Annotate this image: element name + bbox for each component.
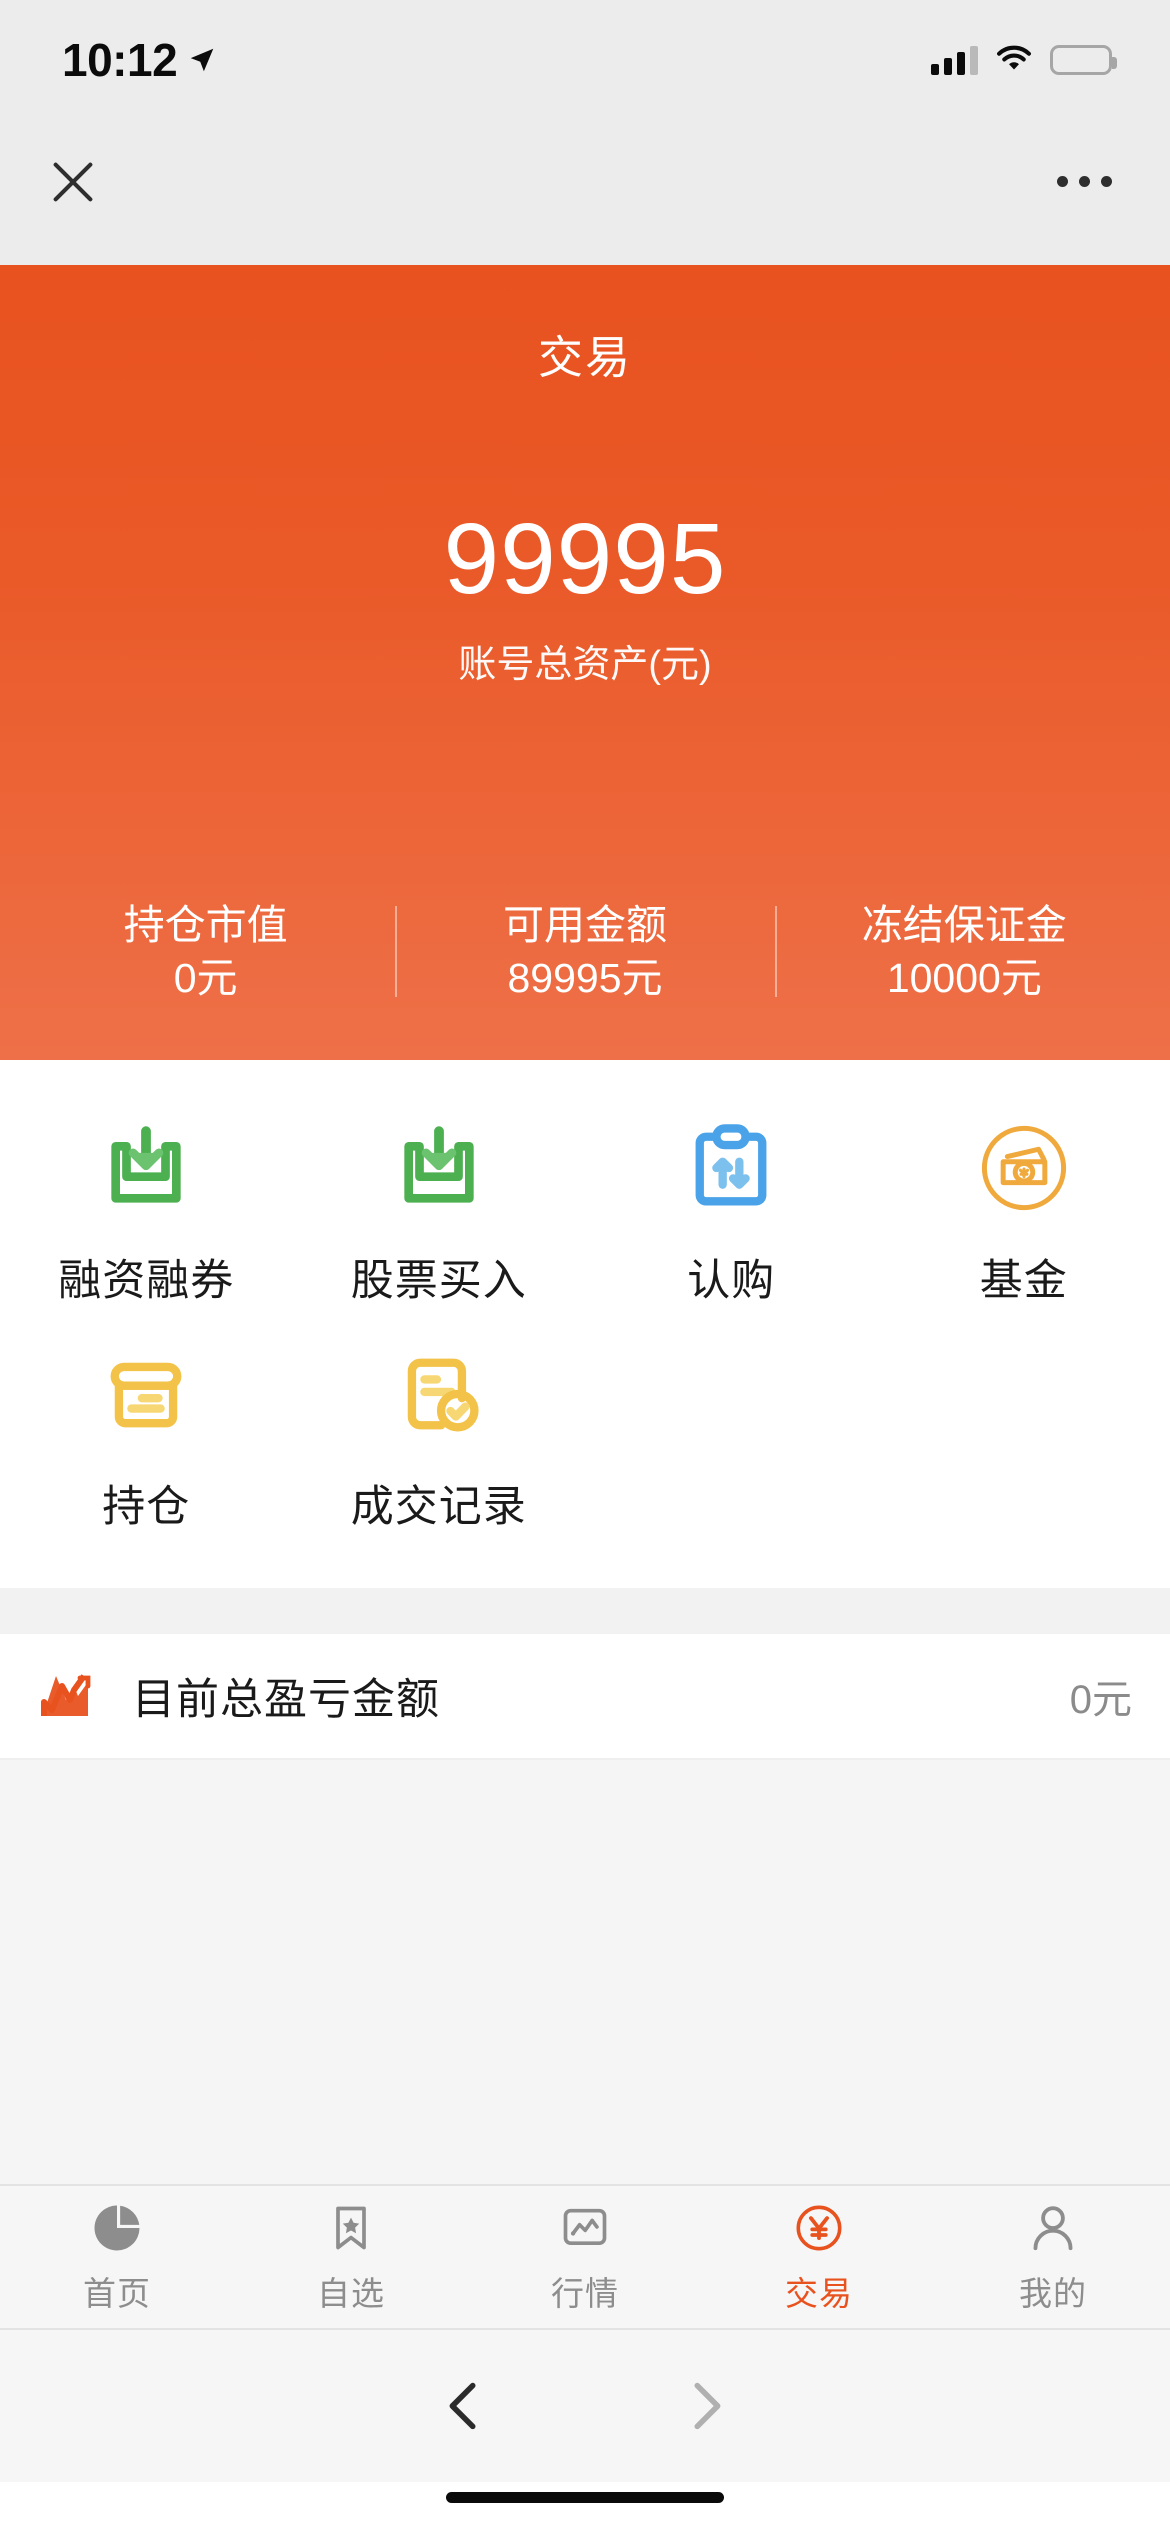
home-indicator-area [0,2482,1170,2532]
menu-item-label: 认购 [687,1257,776,1305]
tab-watchlist[interactable]: 自选 [234,2200,468,2315]
chevron-right-icon[interactable] [660,2360,752,2452]
webview-top-bar [0,98,1170,265]
tab-profile[interactable]: 我的 [936,2200,1170,2315]
stat-value: 10000元 [886,954,1042,1001]
quick-actions-row-2: 持仓 成交记录 [0,1322,1170,1548]
account-summary-header: 交易 99995 账号总资产(元) 持仓市值 0元 可用金额 89995元 冻结… [0,265,1170,1060]
menu-item-fund[interactable]: 基金 [878,1096,1170,1322]
cellular-signal-icon [931,45,978,75]
person-icon [1025,2200,1081,2256]
quick-actions-grid: 融资融券 股票买入 认购 基金 持仓 成交记录 [0,1060,1170,1588]
home-indicator[interactable] [446,2492,724,2503]
status-bar-clock: 10:12 [62,34,178,86]
section-divider [0,1588,1170,1634]
menu-item-transaction-records[interactable]: 成交记录 [293,1322,586,1548]
total-pnl-label: 目前总盈亏金额 [132,1676,440,1724]
menu-item-label: 成交记录 [350,1483,527,1531]
stat-label: 可用金额 [502,902,667,949]
inbox-download-icon [385,1114,493,1222]
total-pnl-value: 0元 [1069,1678,1132,1722]
menu-item-holdings[interactable]: 持仓 [0,1322,293,1548]
tab-market[interactable]: 行情 [468,2200,702,2315]
menu-item-label: 基金 [979,1257,1068,1305]
status-bar-right [931,43,1117,77]
total-assets-value: 99995 [443,503,727,615]
tab-trade[interactable]: 交易 [702,2200,936,2315]
tab-home[interactable]: 首页 [0,2200,234,2315]
status-bar-left: 10:12 [62,33,217,87]
menu-item-margin-trading[interactable]: 融资融券 [0,1096,293,1322]
stat-value: 0元 [173,954,238,1001]
quick-actions-row-1: 融资融券 股票买入 认购 基金 [0,1096,1170,1322]
tab-label: 自选 [317,2274,385,2312]
menu-item-label: 持仓 [102,1483,191,1531]
tab-label: 交易 [785,2274,853,2312]
total-pnl-row[interactable]: 目前总盈亏金额 0元 [0,1634,1170,1760]
menu-item-subscription[interactable]: 认购 [585,1096,878,1322]
battery-icon [1050,45,1117,75]
stat-label: 持仓市值 [123,902,288,949]
chart-box-icon [557,2200,613,2256]
stat-label: 冻结保证金 [861,902,1067,949]
tab-label: 我的 [1019,2274,1087,2312]
chevron-left-icon[interactable] [418,2360,510,2452]
trend-chart-icon [34,1662,102,1730]
menu-item-buy-stock[interactable]: 股票买入 [293,1096,586,1322]
pie-chart-icon [89,2200,145,2256]
bookmark-star-icon [323,2200,379,2256]
stat-value: 89995元 [507,954,663,1001]
stat-market-value: 持仓市值 0元 [16,899,395,1004]
wifi-icon [995,43,1033,77]
close-icon[interactable] [42,151,104,213]
bottom-tab-bar: 首页 自选 行情 交易 我的 [0,2184,1170,2330]
page-title: 交易 [537,332,632,383]
content-filler [0,1760,1170,2184]
clipboard-arrows-icon [677,1114,785,1222]
ios-status-bar: 10:12 [0,0,1170,98]
inbox-download-icon [92,1114,200,1222]
yuan-circle-icon [791,2200,847,2256]
stat-available-funds: 可用金额 89995元 [395,899,774,1004]
total-assets-label: 账号总资产(元) [458,644,712,686]
menu-item-label: 股票买入 [350,1257,527,1305]
document-check-icon [385,1340,493,1448]
location-arrow-icon [187,45,217,75]
more-options-icon[interactable] [1057,176,1112,187]
tab-label: 行情 [551,2274,619,2312]
money-circle-icon [970,1114,1078,1222]
menu-item-label: 融资融券 [58,1257,235,1305]
stat-frozen-margin: 冻结保证金 10000元 [774,899,1154,1004]
menu-cell-empty [585,1322,878,1548]
menu-cell-empty [878,1322,1170,1548]
browser-bottom-bar [0,2330,1170,2482]
tab-label: 首页 [83,2274,151,2312]
card-box-icon [92,1340,200,1448]
app-screen: 10:12 交易 99995 账号总资产(元) 持仓市值 0元 可用金额 899… [0,0,1170,2532]
account-stats-row: 持仓市值 0元 可用金额 89995元 冻结保证金 10000元 [0,899,1170,1004]
